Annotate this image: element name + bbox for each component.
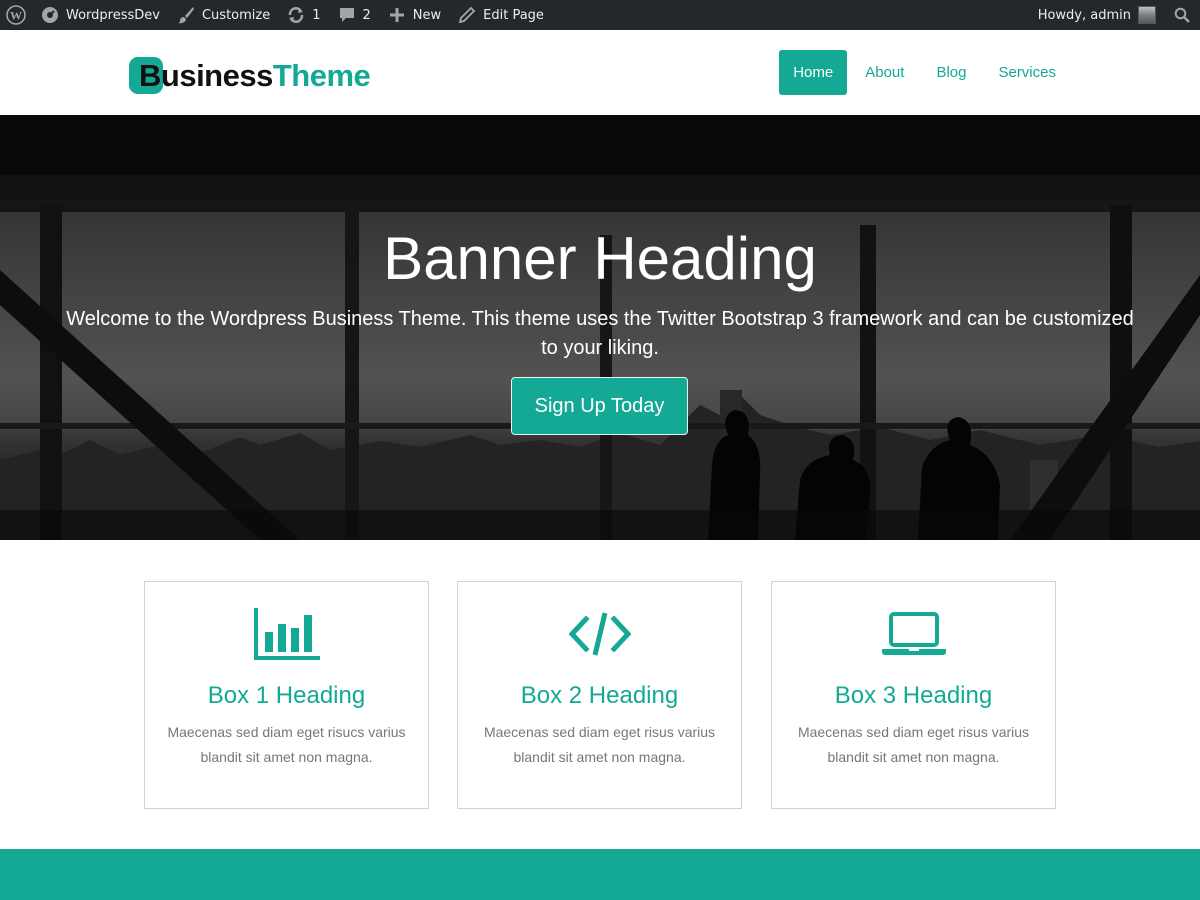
code-icon bbox=[458, 604, 741, 664]
svg-text:W: W bbox=[10, 9, 22, 23]
updates-count: 1 bbox=[312, 7, 321, 23]
site-name-link[interactable]: WordpressDev bbox=[32, 0, 168, 30]
main-nav: Home About Blog Services bbox=[775, 50, 1070, 95]
logo-text-business: Business bbox=[139, 58, 273, 93]
footer-band bbox=[0, 849, 1200, 900]
updates-icon bbox=[286, 5, 306, 25]
box-1-heading: Box 1 Heading bbox=[207, 682, 366, 709]
comments-link[interactable]: 2 bbox=[329, 0, 379, 30]
logo-text-theme: Theme bbox=[272, 58, 371, 93]
wordpress-logo-icon: W bbox=[6, 5, 26, 25]
edit-page-link[interactable]: Edit Page bbox=[449, 0, 552, 30]
logo-text: BusinessTheme bbox=[129, 57, 371, 95]
box-1-text: Maecenas sed diam eget risucs varius bla… bbox=[167, 724, 406, 765]
box-3-heading: Box 3 Heading bbox=[834, 682, 993, 709]
sign-up-button[interactable]: Sign Up Today bbox=[511, 377, 688, 435]
banner-text: Welcome to the Wordpress Business Theme.… bbox=[66, 308, 1134, 359]
site-name-label: WordpressDev bbox=[66, 7, 160, 23]
new-label: New bbox=[412, 7, 442, 23]
nav-item-about[interactable]: About bbox=[851, 50, 918, 95]
laptop-icon bbox=[772, 604, 1055, 664]
nav-item-home[interactable]: Home bbox=[779, 50, 848, 95]
avatar bbox=[1138, 6, 1156, 24]
feature-box-3: Box 3 Heading Maecenas sed diam eget ris… bbox=[771, 581, 1056, 809]
plus-icon bbox=[387, 5, 407, 25]
site-logo[interactable]: BusinessTheme bbox=[129, 57, 371, 95]
site-header: BusinessTheme Home About Blog Services bbox=[0, 30, 1200, 115]
admin-bar-left: W WordpressDev Customize 1 2 New Edit Pa… bbox=[0, 0, 552, 30]
customize-link[interactable]: Customize bbox=[168, 0, 278, 30]
comment-icon bbox=[337, 5, 357, 25]
bar-chart-icon bbox=[145, 604, 428, 664]
customize-label: Customize bbox=[201, 7, 271, 23]
search-icon bbox=[1172, 5, 1192, 25]
feature-box-1: Box 1 Heading Maecenas sed diam eget ris… bbox=[144, 581, 429, 809]
banner-heading: Banner Heading bbox=[383, 225, 817, 292]
edit-page-label: Edit Page bbox=[483, 7, 544, 23]
feature-boxes: Box 1 Heading Maecenas sed diam eget ris… bbox=[144, 581, 1056, 809]
admin-bar: W WordpressDev Customize 1 2 New Edit Pa… bbox=[0, 0, 1200, 30]
nav-item-blog[interactable]: Blog bbox=[922, 50, 980, 95]
updates-link[interactable]: 1 bbox=[278, 0, 328, 30]
banner-content: Banner Heading Welcome to the Wordpress … bbox=[0, 115, 1200, 540]
admin-bar-right: Howdy, admin bbox=[1030, 0, 1200, 30]
box-2-heading: Box 2 Heading bbox=[520, 682, 679, 709]
pencil-icon bbox=[457, 5, 477, 25]
wordpress-menu[interactable]: W bbox=[0, 0, 32, 30]
greeting-label: Howdy, admin bbox=[1037, 7, 1131, 23]
feature-box-2: Box 2 Heading Maecenas sed diam eget ris… bbox=[457, 581, 742, 809]
box-2-text: Maecenas sed diam eget risus varius blan… bbox=[483, 724, 716, 765]
box-3-text: Maecenas sed diam eget risus varius blan… bbox=[797, 724, 1030, 765]
admin-search-button[interactable] bbox=[1164, 0, 1200, 30]
nav-item-services[interactable]: Services bbox=[984, 50, 1070, 95]
new-content-link[interactable]: New bbox=[379, 0, 449, 30]
paintbrush-icon bbox=[176, 5, 196, 25]
account-menu[interactable]: Howdy, admin bbox=[1030, 0, 1164, 30]
comments-count: 2 bbox=[362, 7, 371, 23]
dashboard-icon bbox=[40, 5, 60, 25]
hero-banner: Banner Heading Welcome to the Wordpress … bbox=[0, 115, 1200, 540]
